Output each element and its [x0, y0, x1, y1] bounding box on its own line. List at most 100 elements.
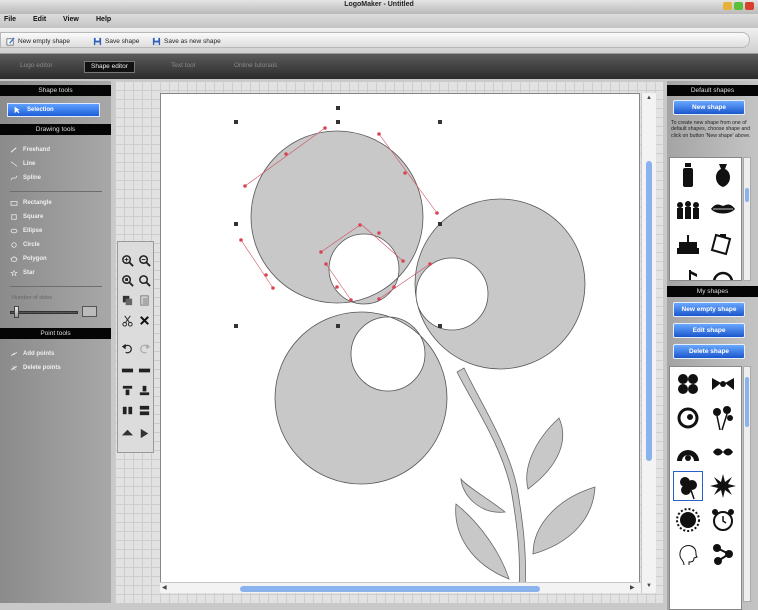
vertical-scroll-thumb[interactable] [646, 161, 652, 461]
new-empty-shape-button[interactable]: New empty shape [673, 302, 745, 317]
leaf-middle-right[interactable] [532, 486, 596, 555]
scroll-left-icon[interactable]: ◀ [162, 584, 167, 591]
clipboard-icon[interactable] [708, 228, 738, 258]
leaf-top-right[interactable] [526, 417, 563, 490]
music-note-icon[interactable] [673, 262, 703, 280]
tab-text-tool[interactable]: Text tool [165, 61, 201, 73]
align-bottom-icon[interactable] [138, 364, 151, 377]
edit-shape-button[interactable]: Edit shape [673, 323, 745, 338]
zoom-reset-icon[interactable] [138, 274, 151, 287]
delete-icon[interactable] [138, 314, 151, 327]
selection-tool-button[interactable]: Selection [7, 103, 100, 117]
alarm-clock-icon[interactable] [708, 505, 738, 535]
align-top-icon[interactable] [121, 364, 134, 377]
leaf-lower-left[interactable] [455, 503, 510, 580]
tool-circle[interactable]: Circle [10, 240, 40, 250]
maximize-button[interactable] [734, 2, 743, 10]
tab-online-tutorials[interactable]: Online tutorials [228, 61, 283, 73]
head-profile-icon[interactable] [673, 539, 703, 569]
cut-icon[interactable] [121, 314, 134, 327]
flower-bunch-icon[interactable] [708, 403, 738, 433]
tab-logo-editor[interactable]: Logo editor [14, 61, 59, 73]
zoom-in-icon[interactable] [121, 254, 134, 267]
flower-drawing[interactable] [161, 94, 641, 594]
sides-slider-track[interactable] [10, 311, 78, 314]
menu-help[interactable]: Help [96, 16, 111, 23]
flip-horizontal-icon[interactable] [121, 404, 134, 417]
headphones-icon[interactable] [708, 262, 738, 280]
undo-icon[interactable] [121, 342, 134, 355]
bring-front-icon[interactable] [121, 384, 134, 397]
close-button[interactable] [745, 2, 754, 10]
copy-icon[interactable] [121, 294, 134, 307]
zoom-fit-icon[interactable] [121, 274, 134, 287]
new-shape-icon [6, 37, 15, 46]
save-as-new-shape-button[interactable]: Save as new shape [152, 36, 221, 47]
scroll-up-icon[interactable]: ▲ [646, 95, 652, 101]
zoom-out-icon[interactable] [138, 254, 151, 267]
vase-icon[interactable] [708, 160, 738, 190]
my-shapes-scroll-thumb[interactable] [745, 377, 749, 427]
gear-sun-icon[interactable] [673, 505, 703, 535]
lips-icon[interactable] [708, 194, 738, 224]
my-shapes-scrollbar[interactable] [743, 366, 751, 602]
default-shapes-scrollbar[interactable] [743, 157, 751, 281]
menu-file[interactable]: File [4, 16, 16, 23]
minimize-button[interactable] [723, 2, 732, 10]
tribal-icon[interactable] [708, 437, 738, 467]
number-of-sides-label: Number of sides [12, 295, 53, 301]
default-shapes-scroll-thumb[interactable] [745, 188, 749, 202]
sides-value-box[interactable] [82, 306, 97, 317]
tool-add-points[interactable]: Add points [10, 349, 54, 359]
cake-icon[interactable] [673, 228, 703, 258]
send-back-icon[interactable] [138, 384, 151, 397]
starburst-icon[interactable] [708, 471, 738, 501]
petal-bottom[interactable] [274, 311, 448, 485]
cursor-icon [14, 106, 20, 114]
delete-shape-button[interactable]: Delete shape [673, 344, 745, 359]
new-empty-shape-button[interactable]: New empty shape [6, 36, 70, 47]
tool-ellipse[interactable]: Ellipse [10, 226, 42, 236]
paste-icon[interactable] [138, 294, 151, 307]
molecule-icon[interactable] [708, 539, 738, 569]
save-as-new-shape-label: Save as new shape [164, 38, 221, 45]
tool-rectangle[interactable]: Rectangle [10, 198, 52, 208]
sides-slider-handle[interactable] [14, 306, 19, 318]
swirl-icon[interactable] [673, 403, 703, 433]
save-shape-button[interactable]: Save shape [93, 36, 139, 47]
tool-spline[interactable]: Spline [10, 173, 41, 183]
drawing-canvas[interactable] [160, 93, 640, 593]
tab-shape-editor[interactable]: Shape editor [84, 61, 135, 73]
new-shape-button[interactable]: New shape [673, 100, 745, 115]
tool-polygon-label: Polygon [23, 256, 47, 262]
scroll-down-icon[interactable]: ▼ [646, 583, 652, 589]
menu-edit[interactable]: Edit [33, 16, 46, 23]
flip-vertical-icon[interactable] [138, 404, 151, 417]
bottle-icon[interactable] [673, 160, 703, 190]
petal-top[interactable] [250, 130, 424, 305]
save-as-icon [152, 37, 161, 46]
horizontal-scroll-thumb[interactable] [240, 586, 540, 592]
leaf-middle-left[interactable] [460, 477, 506, 513]
tool-star[interactable]: Star [10, 268, 35, 278]
tool-square[interactable]: Square [10, 212, 43, 222]
rotate-right-icon[interactable] [138, 427, 151, 440]
arch-icon[interactable] [673, 437, 703, 467]
clover-icon[interactable] [673, 369, 703, 399]
tool-line-label: Line [23, 161, 36, 167]
canvas-vertical-scrollbar[interactable]: ▲ ▼ [641, 93, 656, 593]
scroll-right-icon[interactable]: ▶ [630, 584, 635, 591]
tool-polygon[interactable]: Polygon [10, 254, 47, 264]
redo-icon[interactable] [138, 342, 151, 355]
people-icon[interactable] [673, 194, 703, 224]
tool-freehand[interactable]: Freehand [10, 145, 50, 155]
default-shapes-header: Default shapes [667, 85, 758, 96]
bow-icon[interactable] [708, 369, 738, 399]
tool-delete-points[interactable]: Delete points [10, 363, 61, 373]
canvas-horizontal-scrollbar[interactable]: ◀ ▶ [160, 582, 641, 593]
tool-line[interactable]: Line [10, 159, 35, 169]
menu-view[interactable]: View [63, 16, 79, 23]
my-shapes-header: My shapes [667, 286, 758, 297]
flower-icon[interactable] [673, 471, 703, 501]
rotate-left-icon[interactable] [121, 427, 134, 440]
